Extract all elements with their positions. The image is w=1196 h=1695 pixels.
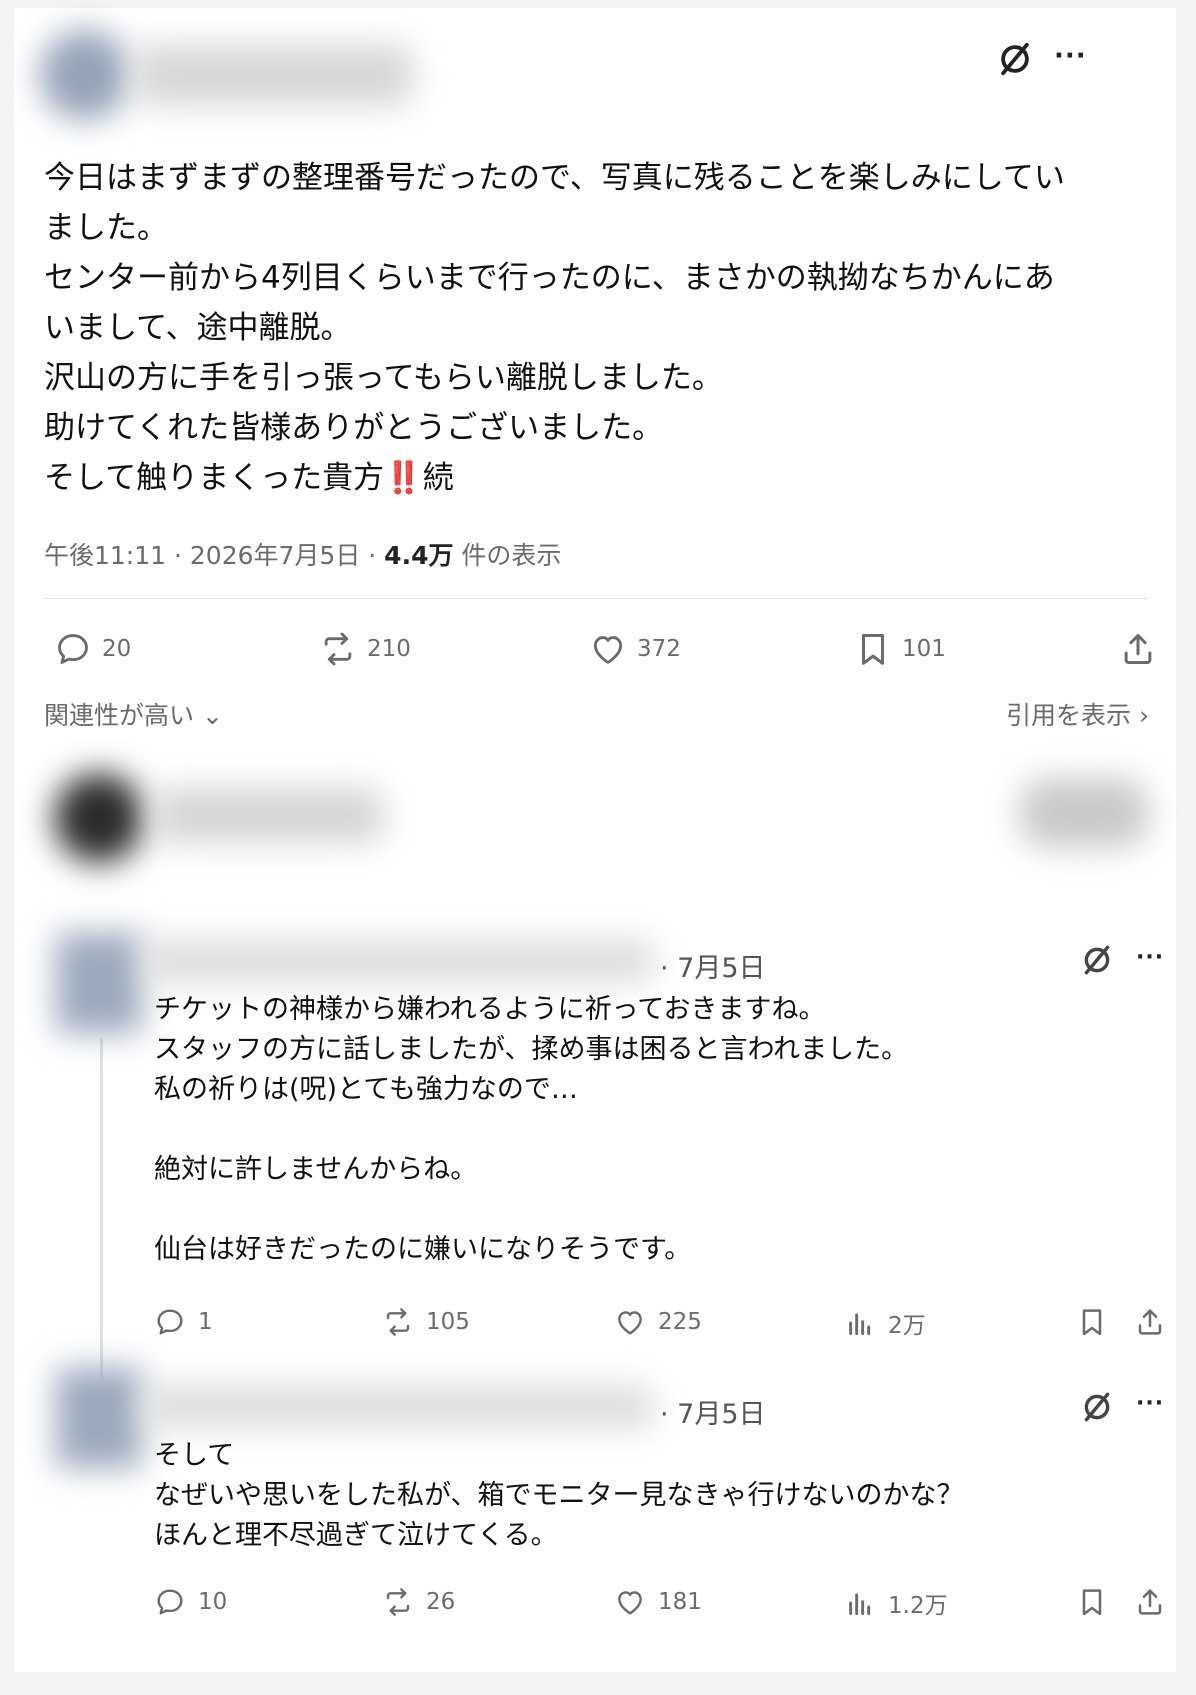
like-button[interactable]: 225 [614, 1306, 702, 1338]
repost-count: 210 [367, 636, 411, 662]
chevron-right-icon: › [1131, 701, 1149, 730]
post-line: 今日はまずまずの整理番号だったので、写真に残ることを楽しみにしてい [44, 160, 1065, 196]
chevron-down-icon: ⌄ [194, 701, 223, 730]
bookmark-count: 101 [902, 636, 946, 662]
share-icon [1134, 1306, 1166, 1338]
double-exclamation-icon: ‼️ [384, 460, 423, 496]
repost-button[interactable]: 105 [382, 1306, 470, 1338]
post-line: 助けてくれた皆様ありがとうございました。 [44, 410, 664, 446]
view-quotes-link[interactable]: 引用を表示 › [1006, 696, 1149, 732]
views-button[interactable]: 1.2万 [844, 1586, 948, 1620]
slash-circle-icon[interactable] [996, 40, 1034, 78]
repost-button[interactable]: 210 [319, 630, 411, 668]
post-line: センター前から4列目くらいまで行ったのに、まさかの執拗なちかんにあ [44, 260, 1055, 296]
slash-circle-icon[interactable] [1080, 943, 1114, 977]
reply-date[interactable]: · 7月5日 [660, 1392, 766, 1431]
post-line: いまして、途中離脱。 [44, 310, 352, 346]
follow-button[interactable] [1019, 778, 1149, 848]
view-count: 4.4万 [384, 541, 454, 570]
reply-user-name[interactable] [144, 1386, 654, 1428]
like-count: 372 [637, 636, 681, 662]
repost-icon [382, 1306, 414, 1338]
views-count: 1.2万 [888, 1593, 948, 1619]
like-icon [589, 630, 627, 668]
reply-button[interactable]: 20 [54, 630, 131, 668]
post-line: 沢山の方に手を引っ張ってもらい離脱しました。 [44, 360, 723, 396]
bookmark-icon [854, 630, 892, 668]
bookmark-icon [1076, 1306, 1108, 1338]
reply-author-name[interactable] [154, 788, 384, 843]
more-icon[interactable]: ··· [1054, 43, 1087, 69]
reply-icon [54, 630, 92, 668]
more-icon[interactable]: ··· [1136, 947, 1164, 969]
share-button[interactable] [1119, 630, 1167, 668]
author-name[interactable] [134, 44, 414, 106]
like-button[interactable]: 372 [589, 630, 681, 668]
reply-button[interactable]: 1 [154, 1306, 213, 1338]
post-line: ました。 [44, 210, 168, 246]
post-line: そして触りまくった貴方 [44, 460, 385, 496]
views-count: 2万 [888, 1313, 926, 1339]
repost-icon [382, 1586, 414, 1618]
reply-count: 1 [198, 1309, 213, 1335]
reply-avatar[interactable] [56, 1368, 142, 1468]
share-button[interactable] [1134, 1586, 1178, 1618]
post-text: 今日はまずまずの整理番号だったので、写真に残ることを楽しみにしてい ました。 セ… [44, 153, 1154, 503]
more-icon[interactable]: ··· [1136, 1393, 1164, 1415]
share-button[interactable] [1134, 1306, 1178, 1338]
views-icon [844, 1307, 876, 1339]
like-icon [614, 1306, 646, 1338]
share-icon [1119, 630, 1157, 668]
slash-circle-icon[interactable] [1080, 1390, 1114, 1424]
reply-text: そして なぜいや思いをした私が、箱でモニター見なきゃ行けないのかな？ ほんと理不… [154, 1440, 964, 1551]
repost-icon [319, 630, 357, 668]
reply-author-avatar[interactable] [54, 773, 144, 863]
bookmark-button[interactable] [1076, 1306, 1120, 1338]
tweet-screenshot: ··· 今日はまずまずの整理番号だったので、写真に残ることを楽しみにしてい まし… [14, 8, 1176, 1672]
like-count: 225 [658, 1309, 702, 1335]
sort-dropdown[interactable]: 関連性が高い ⌄ [44, 696, 223, 732]
post-line-suffix: 続 [422, 460, 454, 496]
share-icon [1134, 1586, 1166, 1618]
quotes-label: 引用を表示 [1006, 701, 1132, 730]
reply-icon [154, 1306, 186, 1338]
reply-button[interactable]: 10 [154, 1586, 227, 1618]
reply-date[interactable]: · 7月5日 [660, 946, 766, 985]
bookmark-icon [1076, 1586, 1108, 1618]
views-button[interactable]: 2万 [844, 1306, 926, 1340]
repost-button[interactable]: 26 [382, 1586, 455, 1618]
thread-line [100, 1038, 103, 1378]
sort-label: 関連性が高い [44, 701, 195, 730]
view-count-label: 件の表示 [453, 541, 562, 570]
like-count: 181 [658, 1589, 702, 1615]
reply-avatar[interactable] [56, 933, 142, 1033]
reply-icon [154, 1586, 186, 1618]
author-avatar[interactable] [40, 30, 130, 120]
repost-count: 26 [426, 1589, 456, 1615]
repost-count: 105 [426, 1309, 470, 1335]
views-icon [844, 1587, 876, 1619]
like-icon [614, 1586, 646, 1618]
bookmark-button[interactable]: 101 [854, 630, 946, 668]
bookmark-button[interactable] [1076, 1586, 1120, 1618]
reply-count: 10 [198, 1589, 228, 1615]
reply-text: チケットの神様から嫌われるように祈っておきますね。 スタッフの方に話しましたが、… [154, 994, 909, 1265]
reply-count: 20 [102, 636, 132, 662]
reply-user-name[interactable] [144, 940, 654, 982]
post-meta: 午後11:11 · 2026年7月5日 · 4.4万 件の表示 [44, 536, 561, 572]
like-button[interactable]: 181 [614, 1586, 702, 1618]
divider [44, 598, 1149, 599]
post-timestamp[interactable]: 午後11:11 · 2026年7月5日 · [44, 541, 384, 570]
